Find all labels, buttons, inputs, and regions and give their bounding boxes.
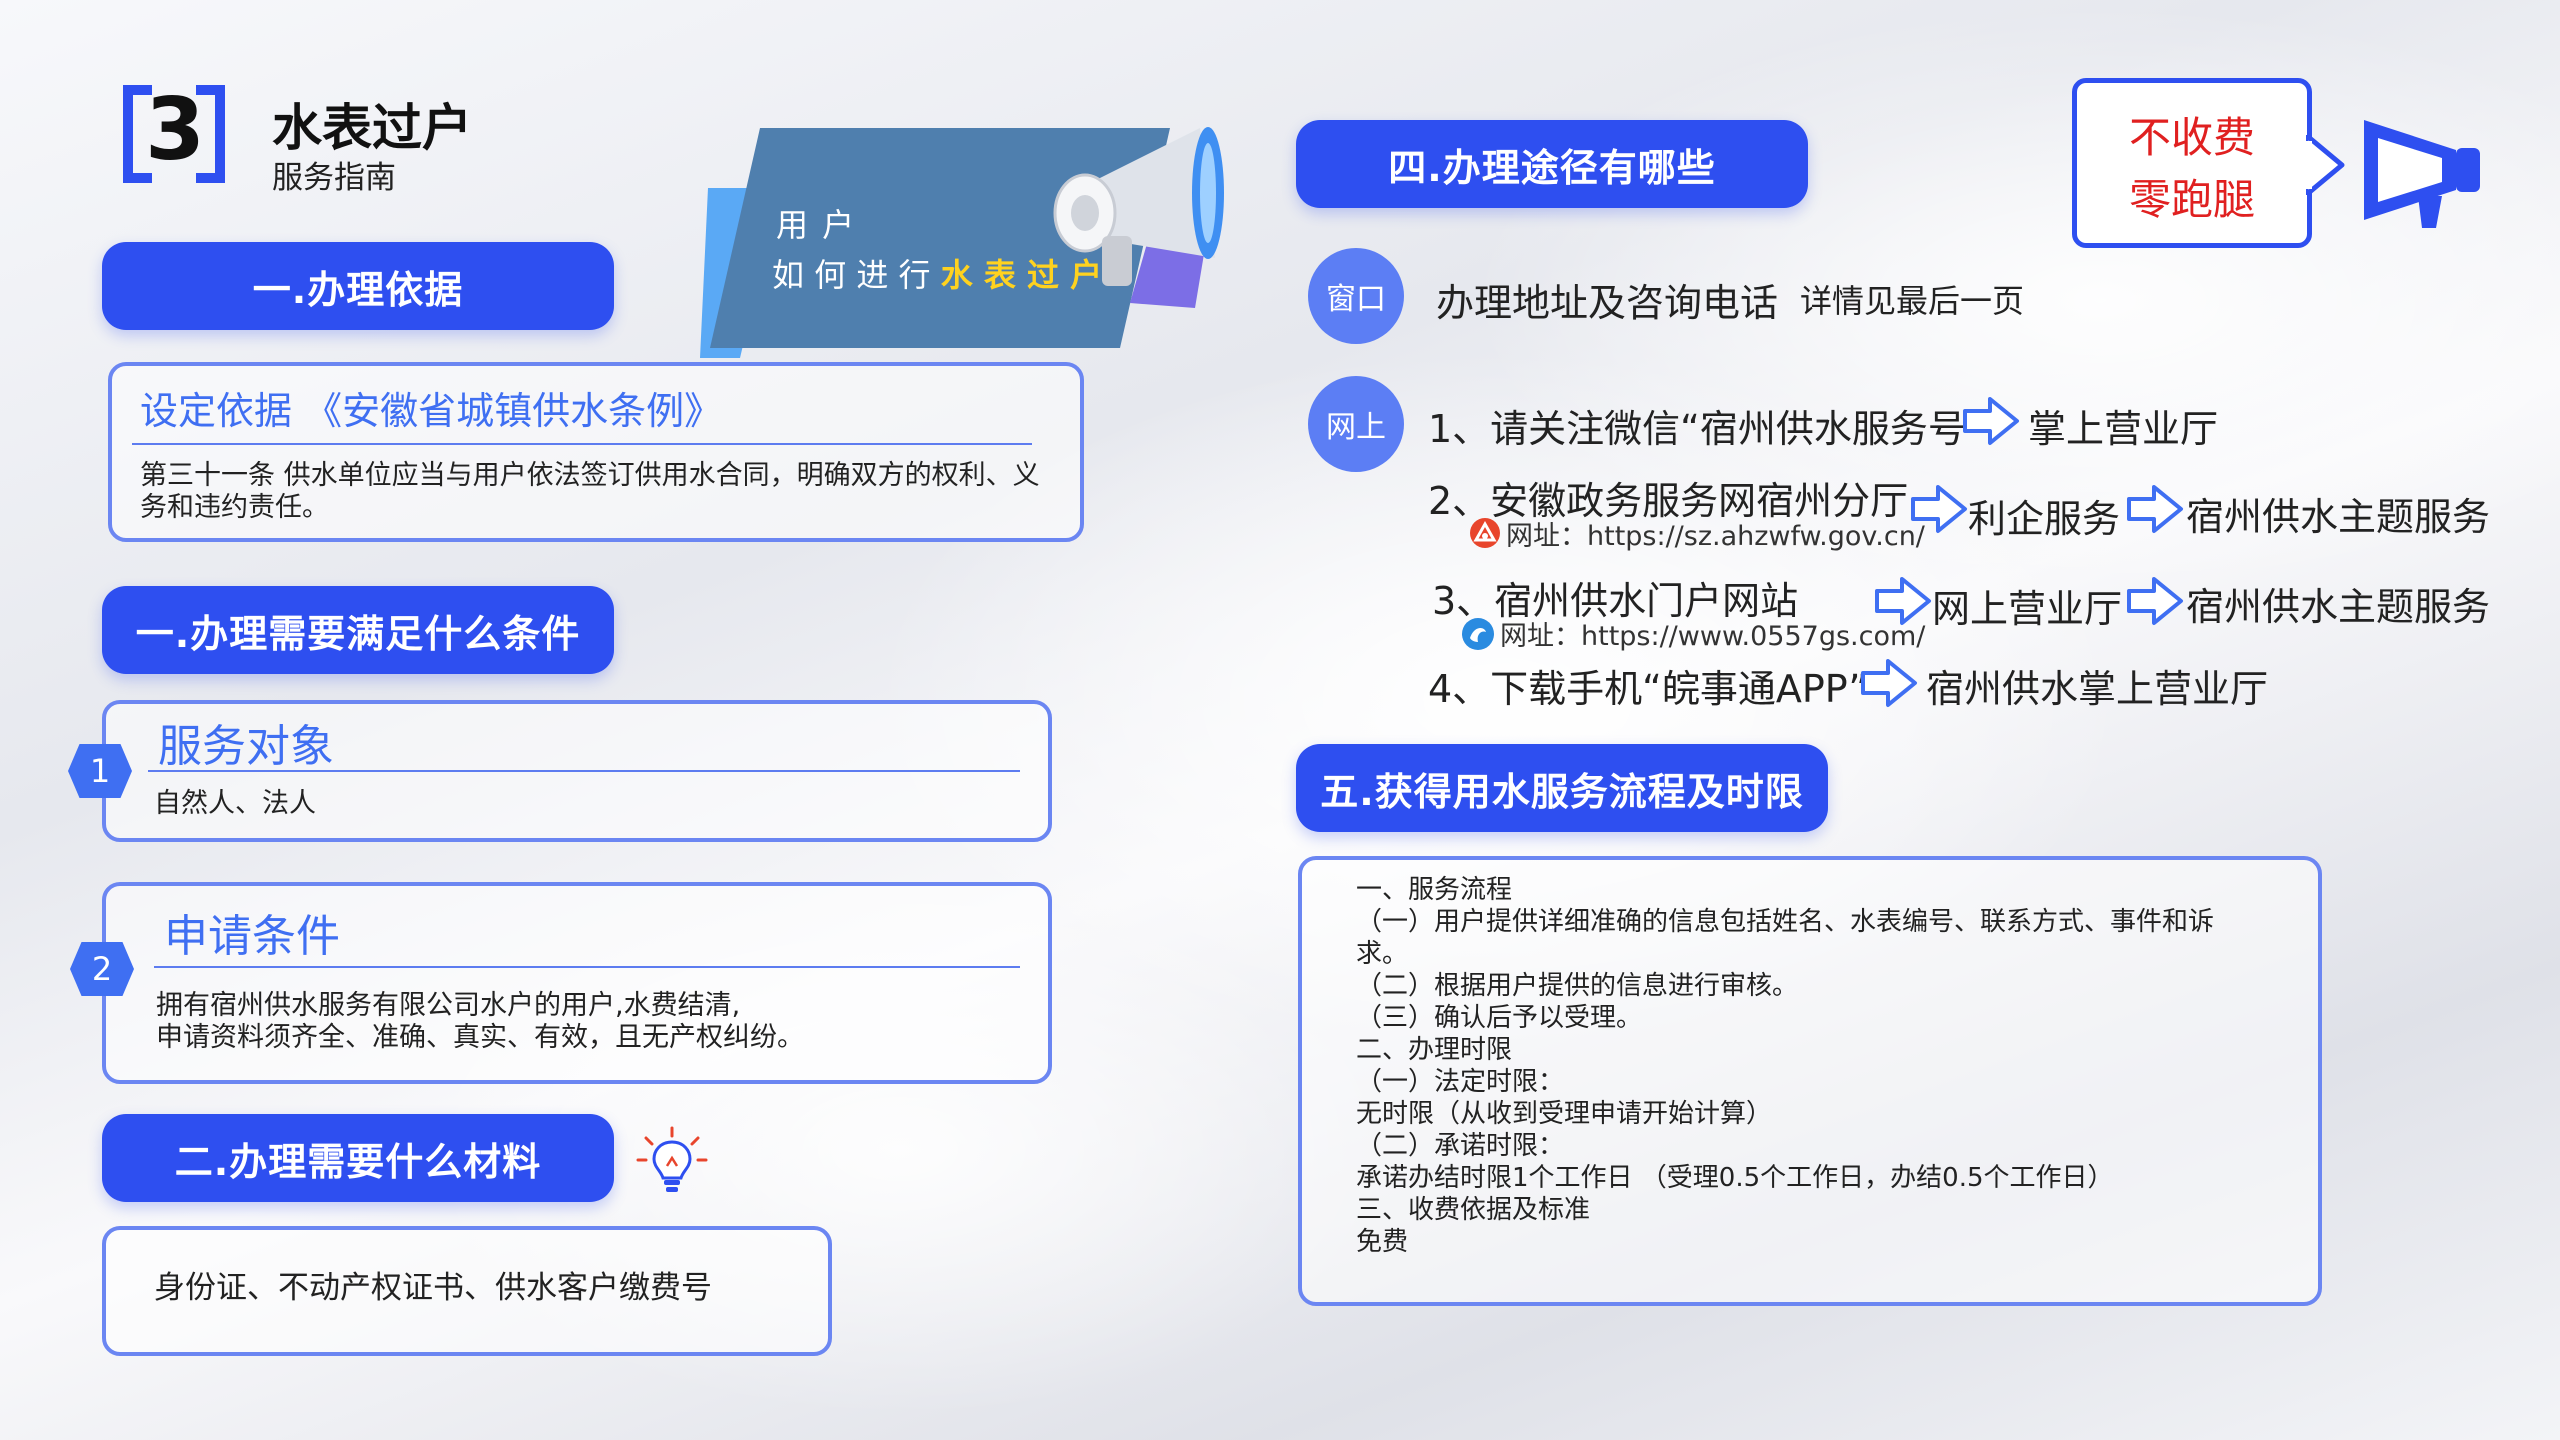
online-circle: 网上 (1308, 376, 1404, 472)
badge-pointer-icon (2306, 135, 2345, 195)
section2-item2-text-line1: 拥有宿州供水服务有限公司水户的用户,水费结清, (156, 990, 741, 1021)
section2-item1-divider (148, 770, 1020, 772)
section5-pill: 五.获得用水服务流程及时限 (1296, 744, 1828, 832)
process-line: 免费 (1356, 1227, 1409, 1257)
lightbulb-icon (636, 1126, 708, 1192)
process-line: 求。 (1356, 939, 1409, 969)
page-title: 水表过户 (272, 99, 472, 157)
process-line: （一）法定时限： (1356, 1067, 1565, 1097)
section1-divider (132, 443, 1032, 445)
process-line: （一）用户提供详细准确的信息包括姓名、水表编号、联系方式、事件和诉 (1356, 907, 2215, 937)
online-item2-url[interactable]: 网址：https://sz.ahzwfw.gov.cn/ (1506, 514, 1925, 553)
arrow-right-icon (1861, 659, 1917, 707)
online-item3-step2: 宿州供水主题服务 (2186, 585, 2491, 629)
section3-pill: 二.办理需要什么材料 (102, 1114, 614, 1202)
arrow-right-icon (1911, 485, 1967, 533)
0557gs-logo-icon (1462, 618, 1494, 650)
section2-item1-number: 1 (68, 744, 132, 798)
window-note: 详情见最后一页 (1800, 282, 2025, 320)
online-item3-step1: 网上营业厅 (1932, 587, 2123, 631)
process-line: 二、办理时限 (1356, 1035, 1513, 1065)
process-line: 承诺办结时限1个工作日 （受理0.5个工作日，办结0.5个工作日） (1356, 1163, 2114, 1193)
badge-line1: 不收费 (2128, 113, 2255, 162)
process-line: 一、服务流程 (1356, 875, 1513, 905)
process-line: （二）承诺时限： (1356, 1131, 1565, 1161)
section2-pill: 一.办理需要满足什么条件 (102, 586, 614, 674)
megaphone-icon (1053, 127, 1224, 308)
section1-card-title: 设定依据 《安徽省城镇供水条例》 (140, 389, 723, 433)
arrow-right-icon (1963, 397, 2019, 445)
online-item4-text: 4、下载手机“皖事通APP” (1428, 667, 1869, 711)
online-item4-target: 宿州供水掌上营业厅 (1926, 667, 2269, 711)
process-line: （二）根据用户提供的信息进行审核。 (1356, 971, 1799, 1001)
section4-pill: 四.办理途径有哪些 (1296, 120, 1808, 208)
section2-item2-divider (154, 966, 1020, 968)
section1-pill: 一.办理依据 (102, 242, 614, 330)
section2-item2-text-line2: 申请资料须齐全、准确、真实、有效，且无产权纠纷。 (156, 1022, 804, 1053)
page-subtitle: 服务指南 (272, 160, 396, 196)
window-circle: 窗口 (1308, 248, 1404, 344)
section2-item2-number: 2 (70, 942, 134, 996)
section5-lines: 一、服务流程 （一）用户提供详细准确的信息包括姓名、水表编号、联系方式、事件和诉… (1356, 874, 2296, 1258)
loudspeaker-icon (2364, 120, 2480, 228)
section1-card-text: 第三十一条 供水单位应当与用户依法签订供用水合同，明确双方的权利、义务和违约责任… (140, 460, 1040, 523)
arrow-right-icon (2127, 577, 2183, 625)
process-line: 无时限（从收到受理申请开始计算） (1356, 1099, 1773, 1129)
ahzwfw-logo-icon (1470, 518, 1500, 548)
online-item2-step2: 宿州供水主题服务 (2186, 495, 2491, 539)
window-text: 办理地址及咨询电话 (1436, 281, 1779, 325)
process-line: （三）确认后予以受理。 (1356, 1003, 1643, 1033)
banner-line2-prefix: 如 何 进 行 (772, 256, 941, 294)
section3-card-text: 身份证、不动产权证书、供水客户缴费号 (154, 1270, 712, 1306)
section2-item2-title: 申请条件 (164, 911, 340, 962)
banner-line1: 用 户 (776, 206, 857, 244)
process-line: 三、收费依据及标准 (1356, 1195, 1591, 1225)
online-item2-step1: 利企服务 (1968, 497, 2121, 541)
online-item3-url[interactable]: 网址：https://www.0557gs.com/ (1500, 614, 1925, 653)
step-number: 3 (145, 80, 205, 180)
arrow-right-icon (2127, 485, 2183, 533)
section2-item1-title: 服务对象 (158, 721, 334, 772)
online-item1-text: 1、请关注微信“宿州供水服务号” (1428, 407, 1986, 451)
arrow-right-icon (1875, 577, 1931, 625)
online-item1-target: 掌上营业厅 (2028, 407, 2219, 451)
badge-line2: 零跑腿 (2128, 175, 2255, 224)
section2-item1-text: 自然人、法人 (154, 788, 316, 819)
